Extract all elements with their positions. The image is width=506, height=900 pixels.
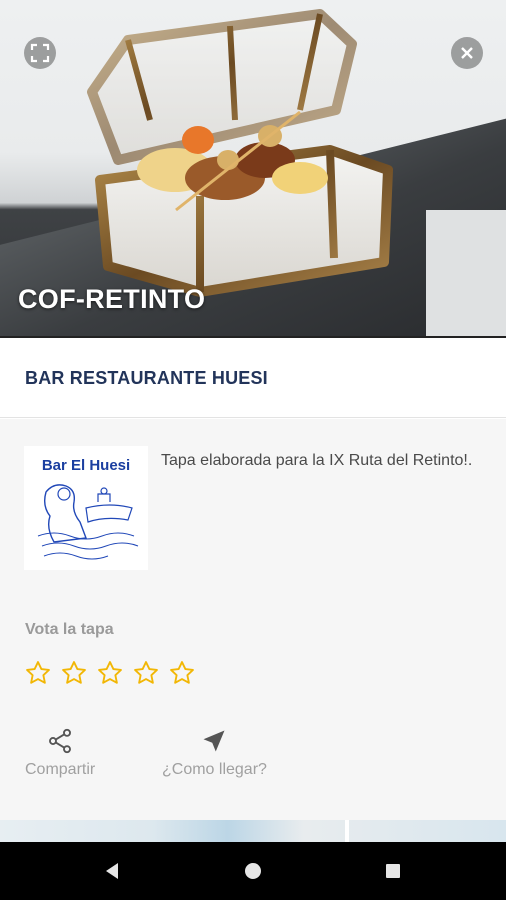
star-rating[interactable] [24,659,196,687]
logo-drawing [37,484,139,560]
directions-button[interactable]: ¿Como llegar? [162,727,267,779]
restaurant-header[interactable]: BAR RESTAURANTE HUESI [0,338,506,418]
system-navigation-bar [0,842,506,900]
recent-apps-square-icon [386,864,400,878]
share-button[interactable]: Compartir [25,727,95,779]
star-icon-2[interactable] [60,659,88,687]
share-icon [49,728,72,754]
star-icon-3[interactable] [96,659,124,687]
share-label: Compartir [25,761,96,778]
star-icon-4[interactable] [132,659,160,687]
map-preview[interactable] [0,820,506,842]
recent-apps-button[interactable] [382,860,404,882]
directions-label: ¿Como llegar? [162,761,267,778]
home-button[interactable] [242,860,264,882]
close-icon [461,47,473,59]
back-button[interactable] [101,860,123,882]
navigation-arrow-icon [203,730,225,752]
tapa-description: Tapa elaborada para la IX Ruta del Retin… [161,452,473,469]
tapa-title: COF-RETINTO [18,284,206,314]
restaurant-name: BAR RESTAURANTE HUESI [25,368,268,388]
map-road [345,820,349,842]
tapa-hero-image: COF-RETINTO [0,0,506,338]
close-button[interactable] [451,37,483,69]
home-circle-icon [245,863,261,879]
tapa-details: Bar El Huesi Tapa elaborada para la IX R… [0,419,506,839]
back-triangle-icon [106,863,118,879]
fullscreen-button[interactable] [24,37,56,69]
fullscreen-icon [30,43,50,63]
star-icon-5[interactable] [168,659,196,687]
vote-label: Vota la tapa [25,621,114,638]
restaurant-logo: Bar El Huesi [24,446,148,570]
star-icon-1[interactable] [24,659,52,687]
